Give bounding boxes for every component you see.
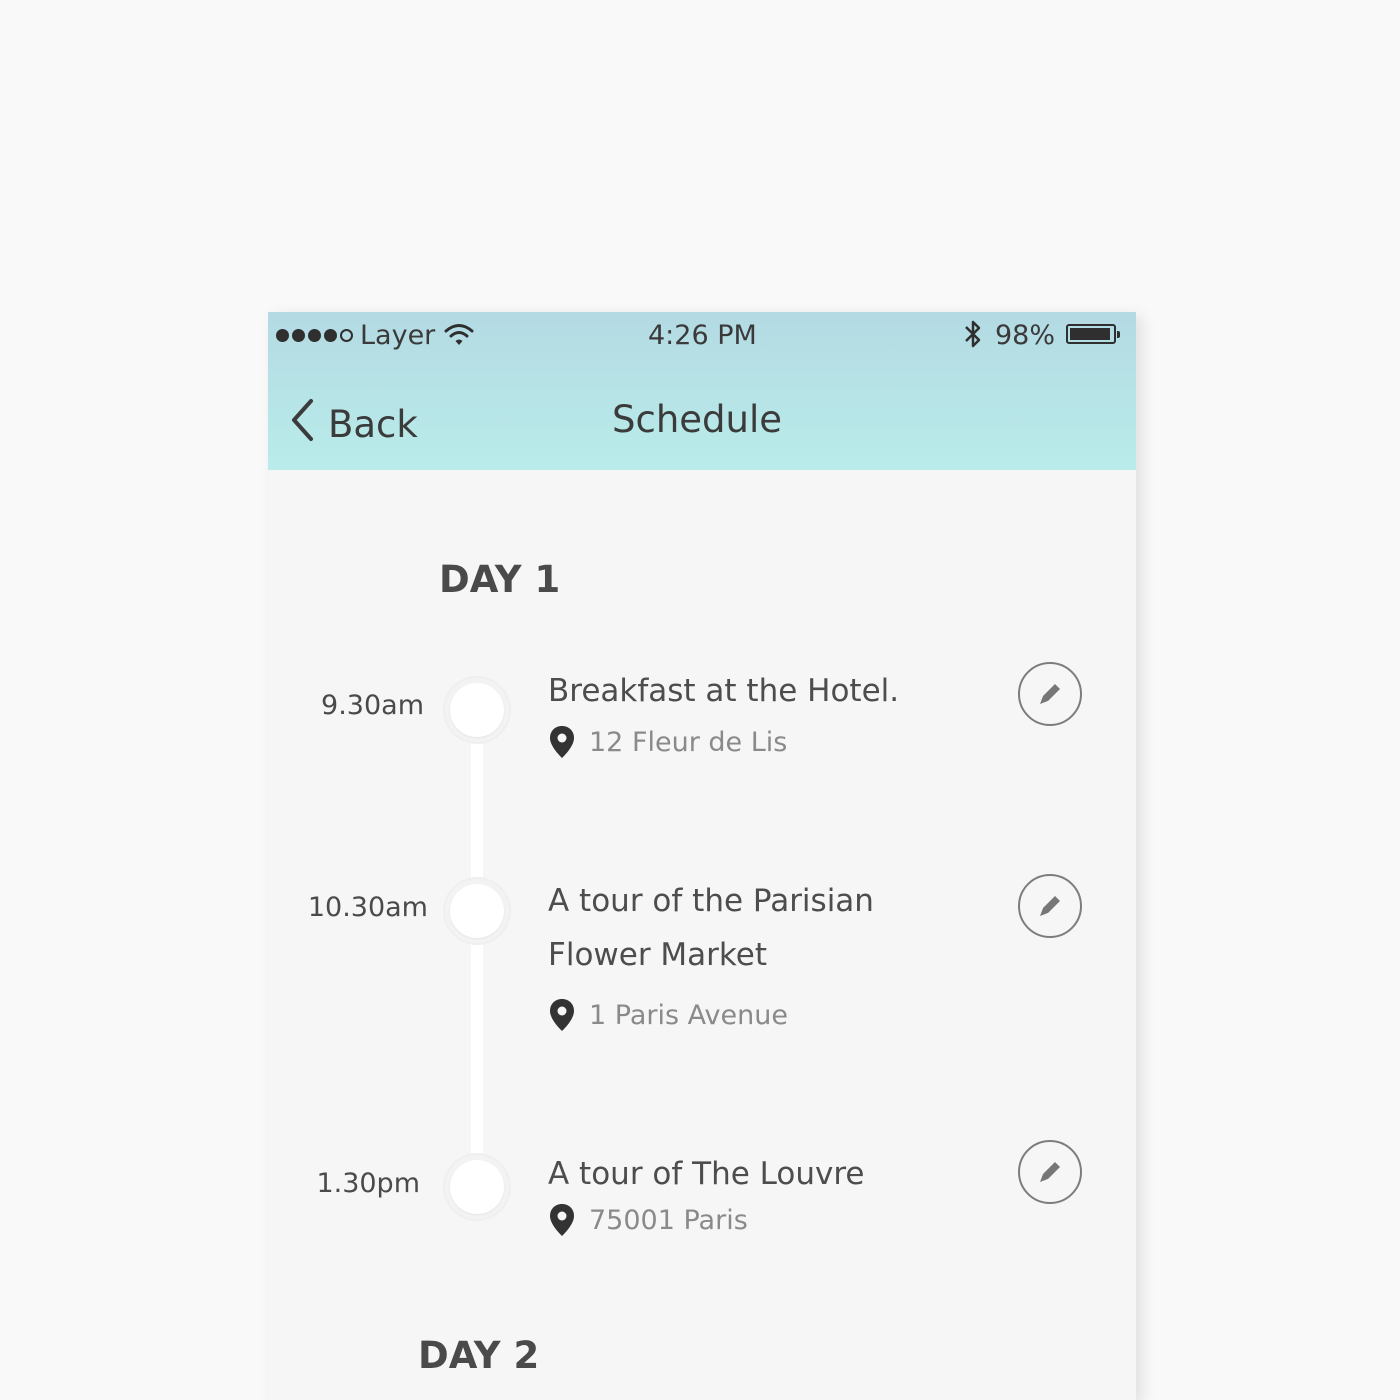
pencil-icon bbox=[1040, 896, 1060, 916]
event-time: 1.30pm bbox=[316, 1168, 420, 1199]
location-pin-icon bbox=[550, 1204, 574, 1236]
event-title: Breakfast at the Hotel. bbox=[548, 673, 900, 709]
timeline-node bbox=[443, 1153, 511, 1221]
event-location: 12 Fleur de Lis bbox=[549, 725, 787, 759]
signal-strength-icon bbox=[276, 329, 353, 342]
status-bar: Layer 4:26 PM 98% bbox=[268, 312, 1136, 360]
timeline-node bbox=[443, 877, 511, 945]
event-location: 75001 Paris bbox=[549, 1203, 748, 1237]
event-title-line: A tour of the Parisian bbox=[548, 883, 874, 919]
page-title: Schedule bbox=[611, 398, 783, 441]
status-time: 4:26 PM bbox=[648, 320, 757, 351]
event-location: 1 Paris Avenue bbox=[549, 998, 788, 1032]
event-location-text: 75001 Paris bbox=[589, 1204, 748, 1236]
pencil-icon bbox=[1040, 684, 1060, 704]
edit-event-button[interactable] bbox=[1018, 662, 1082, 726]
header-bar: Layer 4:26 PM 98% Back Schedule bbox=[268, 312, 1136, 470]
bluetooth-icon bbox=[962, 318, 984, 357]
carrier-name: Layer bbox=[360, 320, 436, 351]
event-time: 10.30am bbox=[307, 892, 428, 923]
timeline-node bbox=[443, 676, 511, 744]
timeline-rail bbox=[471, 712, 483, 1192]
pencil-icon bbox=[1040, 1162, 1060, 1182]
event-title: A tour of the Parisian Flower Market bbox=[548, 874, 948, 982]
phone-screen: Layer 4:26 PM 98% Back Schedule DAY 1 9.… bbox=[268, 312, 1136, 1400]
event-time: 9.30am bbox=[321, 690, 424, 721]
event-location-text: 12 Fleur de Lis bbox=[589, 726, 788, 758]
location-pin-icon bbox=[550, 999, 574, 1031]
battery-percentage: 98% bbox=[995, 320, 1056, 351]
battery-icon bbox=[1066, 324, 1120, 344]
wifi-icon bbox=[444, 322, 474, 355]
location-pin-icon bbox=[550, 726, 574, 758]
event-title: A tour of The Louvre bbox=[548, 1156, 865, 1192]
edit-event-button[interactable] bbox=[1018, 1140, 1082, 1204]
day-heading: DAY 2 bbox=[418, 1334, 540, 1377]
event-title-line: Flower Market bbox=[548, 937, 767, 973]
event-location-text: 1 Paris Avenue bbox=[589, 999, 788, 1031]
edit-event-button[interactable] bbox=[1018, 874, 1082, 938]
day-heading: DAY 1 bbox=[439, 558, 561, 601]
